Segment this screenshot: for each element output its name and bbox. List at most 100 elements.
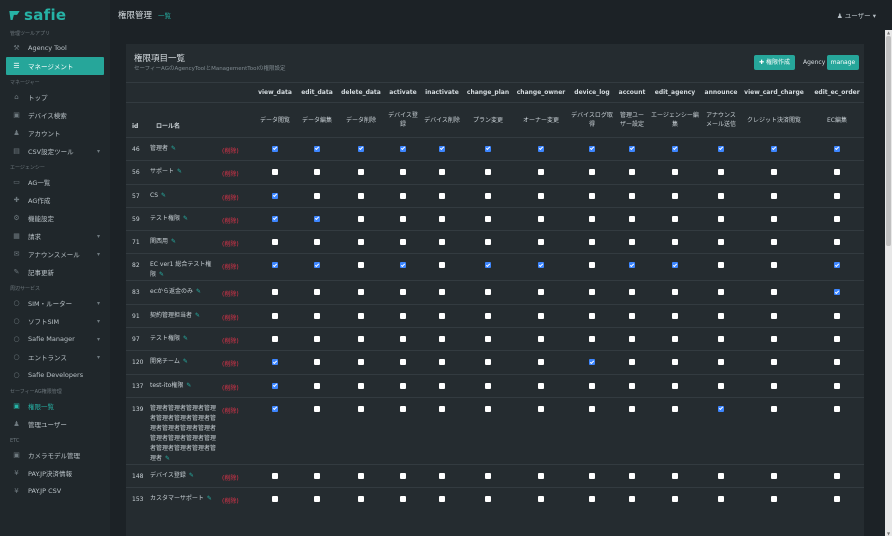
pencil-icon[interactable]: ✎ bbox=[161, 192, 166, 199]
permission-checkbox[interactable] bbox=[538, 336, 544, 343]
permission-checkbox[interactable] bbox=[629, 146, 635, 152]
sidebar-item[interactable]: ✚ AG作成 bbox=[0, 191, 110, 209]
permission-checkbox[interactable] bbox=[272, 169, 278, 176]
permission-checkbox[interactable] bbox=[272, 382, 278, 389]
permission-checkbox[interactable] bbox=[672, 382, 678, 389]
pencil-icon[interactable]: ✎ bbox=[183, 215, 188, 222]
permission-checkbox[interactable] bbox=[718, 359, 724, 366]
permission-checkbox[interactable] bbox=[629, 239, 635, 246]
permission-checkbox[interactable] bbox=[538, 359, 544, 366]
permission-checkbox[interactable] bbox=[672, 262, 678, 269]
sidebar-item[interactable]: ⌂ トップ bbox=[0, 88, 110, 106]
permission-checkbox[interactable] bbox=[400, 192, 406, 199]
permission-checkbox[interactable] bbox=[629, 496, 635, 503]
permission-checkbox[interactable] bbox=[771, 382, 777, 389]
user-menu[interactable]: ♟ ユーザー ▾ bbox=[837, 10, 876, 20]
permission-checkbox[interactable] bbox=[485, 496, 491, 503]
permission-checkbox[interactable] bbox=[485, 359, 491, 366]
pencil-icon[interactable]: ✎ bbox=[186, 382, 191, 389]
permission-checkbox[interactable] bbox=[358, 336, 364, 343]
permission-checkbox[interactable] bbox=[314, 472, 320, 479]
pencil-icon[interactable]: ✎ bbox=[183, 358, 188, 365]
permission-checkbox[interactable] bbox=[314, 312, 320, 319]
permission-checkbox[interactable] bbox=[538, 382, 544, 389]
permission-checkbox[interactable] bbox=[718, 496, 724, 503]
permission-checkbox[interactable] bbox=[485, 382, 491, 389]
permission-checkbox[interactable] bbox=[589, 359, 595, 366]
permission-checkbox[interactable] bbox=[314, 336, 320, 343]
permission-checkbox[interactable] bbox=[589, 239, 595, 246]
permission-checkbox[interactable] bbox=[358, 472, 364, 479]
permission-checkbox[interactable] bbox=[439, 472, 445, 479]
permission-checkbox[interactable] bbox=[629, 192, 635, 199]
permission-checkbox[interactable] bbox=[834, 169, 840, 176]
permission-checkbox[interactable] bbox=[400, 312, 406, 319]
permission-checkbox[interactable] bbox=[718, 405, 724, 412]
permission-checkbox[interactable] bbox=[358, 239, 364, 246]
pencil-icon[interactable]: ✎ bbox=[195, 312, 200, 319]
delete-link[interactable]: (削除) bbox=[222, 160, 254, 185]
permission-checkbox[interactable] bbox=[629, 312, 635, 319]
safie-logo[interactable]: safie bbox=[0, 0, 110, 30]
permission-checkbox[interactable] bbox=[314, 192, 320, 199]
permission-checkbox[interactable] bbox=[589, 169, 595, 176]
permission-checkbox[interactable] bbox=[400, 405, 406, 412]
permission-checkbox[interactable] bbox=[538, 496, 544, 503]
permission-checkbox[interactable] bbox=[439, 496, 445, 503]
permission-checkbox[interactable] bbox=[485, 192, 491, 199]
sidebar-item[interactable]: ▤ CSV設定ツール ▾ bbox=[0, 142, 110, 160]
permission-checkbox[interactable] bbox=[400, 336, 406, 343]
sidebar-item[interactable]: ▣ 権限一覧 bbox=[0, 397, 110, 415]
permission-checkbox[interactable] bbox=[718, 239, 724, 246]
permission-checkbox[interactable] bbox=[718, 169, 724, 176]
delete-link[interactable]: (削除) bbox=[222, 463, 254, 488]
permission-checkbox[interactable] bbox=[358, 289, 364, 296]
permission-checkbox[interactable] bbox=[400, 359, 406, 366]
manage-toggle-button[interactable]: manage bbox=[827, 55, 859, 70]
permission-checkbox[interactable] bbox=[272, 472, 278, 479]
permission-checkbox[interactable] bbox=[485, 405, 491, 412]
permission-checkbox[interactable] bbox=[358, 359, 364, 366]
permission-checkbox[interactable] bbox=[589, 336, 595, 343]
delete-link[interactable]: (削除) bbox=[222, 136, 254, 161]
scroll-up-icon[interactable]: ▲ bbox=[886, 30, 891, 35]
permission-checkbox[interactable] bbox=[672, 289, 678, 296]
permission-checkbox[interactable] bbox=[672, 405, 678, 412]
permission-checkbox[interactable] bbox=[629, 336, 635, 343]
permission-checkbox[interactable] bbox=[272, 336, 278, 343]
permission-checkbox[interactable] bbox=[672, 239, 678, 246]
pencil-icon[interactable]: ✎ bbox=[159, 271, 164, 278]
pencil-icon[interactable]: ✎ bbox=[171, 238, 176, 245]
pencil-icon[interactable]: ✎ bbox=[196, 288, 201, 295]
permission-checkbox[interactable] bbox=[672, 359, 678, 366]
sidebar-item[interactable]: ¥ PAY.JP CSV bbox=[0, 482, 110, 500]
permission-checkbox[interactable] bbox=[771, 472, 777, 479]
pencil-icon[interactable]: ✎ bbox=[165, 455, 170, 462]
create-permission-button[interactable]: ✚ 権限作成 bbox=[754, 55, 795, 70]
permission-checkbox[interactable] bbox=[400, 289, 406, 296]
delete-link[interactable]: (削除) bbox=[222, 327, 254, 351]
pencil-icon[interactable]: ✎ bbox=[171, 145, 176, 152]
permission-checkbox[interactable] bbox=[439, 215, 445, 222]
permission-checkbox[interactable] bbox=[589, 215, 595, 222]
permission-checkbox[interactable] bbox=[589, 496, 595, 503]
permission-checkbox[interactable] bbox=[439, 146, 445, 152]
permission-checkbox[interactable] bbox=[538, 472, 544, 479]
permission-checkbox[interactable] bbox=[358, 312, 364, 319]
permission-checkbox[interactable] bbox=[834, 496, 840, 503]
permission-checkbox[interactable] bbox=[834, 289, 840, 296]
permission-checkbox[interactable] bbox=[771, 359, 777, 366]
permission-checkbox[interactable] bbox=[439, 336, 445, 343]
permission-checkbox[interactable] bbox=[629, 359, 635, 366]
permission-checkbox[interactable] bbox=[400, 472, 406, 479]
permission-checkbox[interactable] bbox=[629, 382, 635, 389]
permission-checkbox[interactable] bbox=[538, 289, 544, 296]
permission-checkbox[interactable] bbox=[672, 192, 678, 199]
permission-checkbox[interactable] bbox=[672, 169, 678, 176]
permission-checkbox[interactable] bbox=[538, 169, 544, 176]
sidebar-item[interactable]: ¥ PAY.JP決済情報 bbox=[0, 464, 110, 482]
delete-link[interactable]: (削除) bbox=[222, 253, 254, 281]
permission-checkbox[interactable] bbox=[589, 262, 595, 269]
permission-checkbox[interactable] bbox=[485, 215, 491, 222]
sidebar-item[interactable]: ○ ソフトSIM ▾ bbox=[0, 312, 110, 330]
